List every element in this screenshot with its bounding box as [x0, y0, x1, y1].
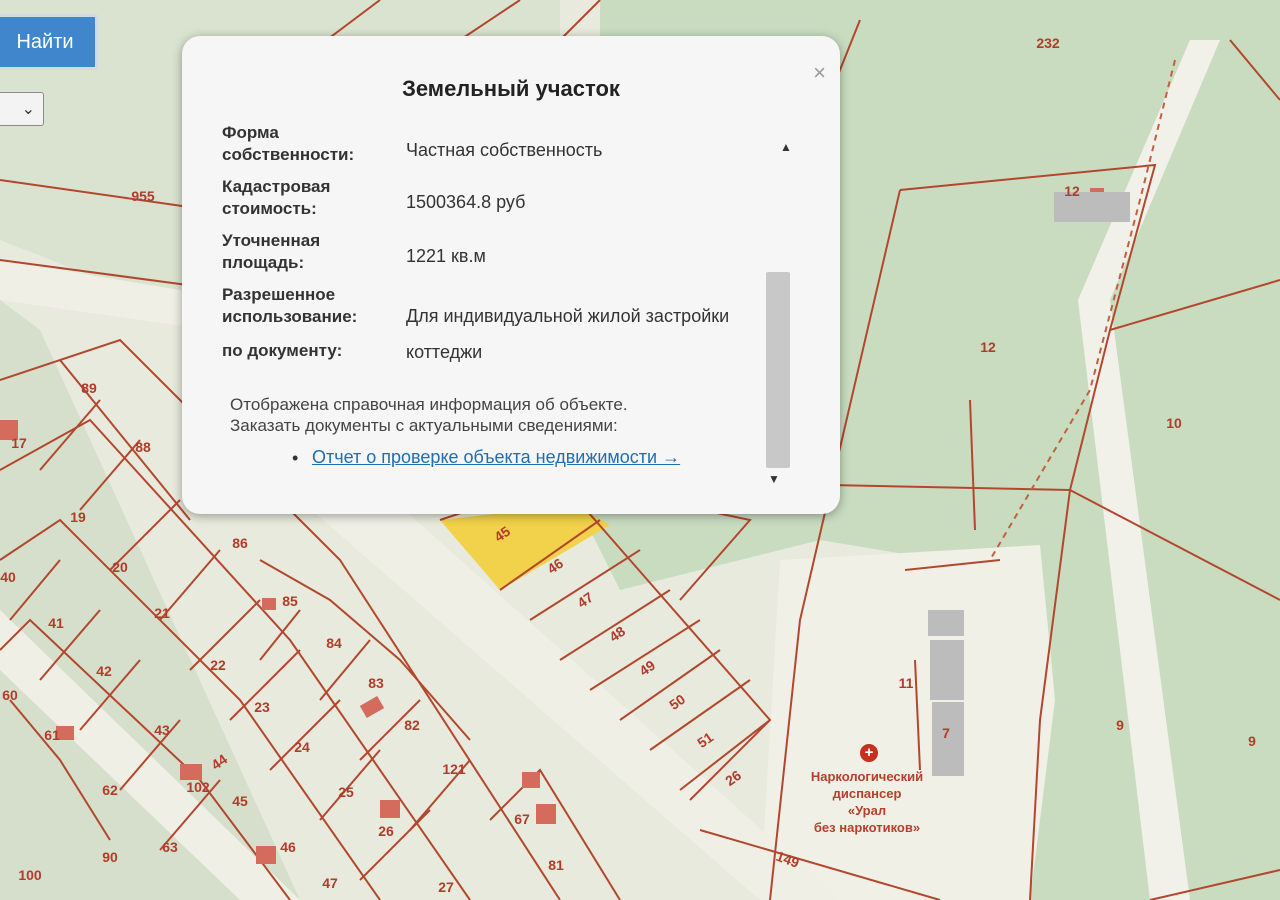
field-label: Форма собственности: — [222, 123, 355, 164]
parcel-number-label: 955 — [131, 188, 155, 204]
parcel-number-label: 24 — [294, 739, 310, 755]
note-line: Отображена справочная информация об объе… — [230, 395, 628, 414]
parcel-number-label: 63 — [162, 839, 178, 855]
parcel-info-popup: Земельный участок × Форма собственности: … — [182, 36, 840, 514]
medical-cross-icon[interactable]: + — [860, 744, 878, 762]
close-icon[interactable]: × — [813, 60, 826, 86]
property-report-link[interactable]: Отчет о проверке объекта недвижимости → — [312, 447, 680, 468]
parcel-number-label: 83 — [368, 675, 384, 691]
poi-line: диспансер — [832, 786, 902, 801]
field-value: 1221 кв.м — [406, 246, 486, 266]
layer-select[interactable]: ⌄ — [0, 92, 44, 126]
parcel-number-label: 9 — [1248, 733, 1256, 749]
parcel-number-label: 82 — [404, 717, 420, 733]
parcel-number-label: 45 — [232, 793, 248, 809]
poi-line: без наркотиков» — [813, 820, 921, 835]
note-line: Заказать документы с актуальными сведени… — [230, 416, 618, 435]
poi-label[interactable]: Наркологический диспансер «Урал без нарк… — [800, 768, 934, 836]
scroll-up-icon[interactable]: ▲ — [780, 140, 792, 154]
scrollbar-thumb[interactable] — [766, 272, 790, 468]
parcel-number-label: 19 — [70, 509, 86, 525]
parcel-number-label: 43 — [154, 722, 170, 738]
parcel-number-label: 12 — [980, 339, 996, 355]
field-label: по документу: — [222, 341, 343, 360]
parcel-number-label: 62 — [102, 782, 118, 798]
parcel-number-label: 12 — [1064, 183, 1080, 199]
parcel-number-label: 25 — [338, 784, 354, 800]
parcel-number-label: 90 — [102, 849, 118, 865]
parcel-number-label: 84 — [326, 635, 342, 651]
parcel-number-label: 26 — [378, 823, 394, 839]
field-value: Для индивидуальной жилой застройки — [406, 306, 730, 326]
parcel-number-label: 17 — [11, 435, 27, 451]
parcel-number-label: 86 — [232, 535, 248, 551]
parcel-number-label: 10 — [1166, 415, 1182, 431]
parcel-number-label: 7 — [942, 725, 950, 741]
parcel-number-label: 61 — [44, 727, 60, 743]
popup-title: Земельный участок — [402, 76, 620, 101]
parcel-number-label: 81 — [548, 857, 564, 873]
parcel-number-label: 100 — [18, 867, 42, 883]
field-value: Частная собственность — [406, 140, 603, 160]
parcel-number-label: 85 — [282, 593, 298, 609]
parcel-number-label: 27 — [438, 879, 454, 895]
field-label: Уточненная площадь: — [222, 231, 321, 272]
parcel-number-label: 9 — [1116, 717, 1124, 733]
parcel-number-label: 23 — [254, 699, 270, 715]
field-value: 1500364.8 руб — [406, 192, 526, 212]
scroll-down-icon[interactable]: ▼ — [768, 472, 780, 486]
parcel-number-label: 42 — [96, 663, 112, 679]
poi-line: Наркологический — [810, 769, 924, 784]
parcel-number-label: 20 — [112, 559, 128, 575]
parcel-number-label: 41 — [48, 615, 64, 631]
parcel-number-label: 121 — [442, 761, 466, 777]
parcel-number-label: 40 — [0, 569, 16, 585]
parcel-number-label: 11 — [899, 675, 914, 691]
parcel-number-label: 88 — [135, 439, 151, 455]
bullet: • — [292, 448, 299, 468]
parcel-number-label: 232 — [1036, 35, 1060, 51]
info-note: Отображена справочная информация об объе… — [230, 394, 628, 436]
parcel-number-label: 47 — [322, 875, 338, 891]
parcel-number-label: 102 — [186, 779, 210, 795]
parcel-number-label: 21 — [154, 605, 170, 621]
field-label: Кадастровая стоимость: — [222, 177, 331, 218]
find-button[interactable]: Найти — [0, 14, 98, 70]
parcel-number-label: 46 — [280, 839, 296, 855]
parcel-number-label: 89 — [81, 380, 97, 396]
field-label: Разрешенное использование: — [222, 285, 358, 326]
chevron-down-icon: ⌄ — [21, 101, 35, 118]
field-value: коттеджи — [406, 342, 483, 362]
parcel-number-label: 67 — [514, 811, 530, 827]
parcel-number-label: 22 — [210, 657, 226, 673]
poi-line: «Урал — [847, 803, 887, 818]
parcel-number-label: 60 — [2, 687, 18, 703]
